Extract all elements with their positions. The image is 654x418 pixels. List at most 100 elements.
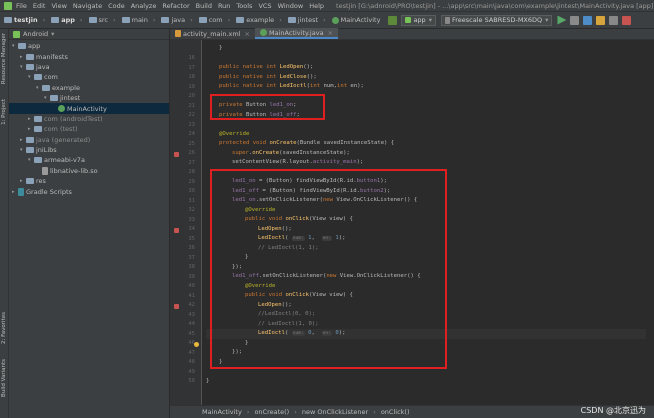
folder-icon xyxy=(42,84,50,91)
menu-navigate[interactable]: Navigate xyxy=(73,2,102,10)
breadcrumb-item[interactable]: app › xyxy=(51,16,83,24)
tab-main-activity[interactable]: MainActivity.java × xyxy=(254,28,339,39)
menu-build[interactable]: Build xyxy=(196,2,212,10)
line-number: 43 xyxy=(188,311,195,318)
menu-refactor[interactable]: Refactor xyxy=(162,2,189,10)
folder-icon xyxy=(26,53,34,60)
attach-debugger-icon[interactable] xyxy=(609,15,619,25)
tab-activity-main[interactable]: activity_main.xml × xyxy=(170,28,255,39)
run-config-select[interactable]: app ▾ xyxy=(401,14,436,26)
status-crumb[interactable]: MainActivity xyxy=(202,408,242,416)
menu-help[interactable]: Help xyxy=(309,2,324,10)
tree-item[interactable]: ▾ armeabi-v7a xyxy=(9,155,169,165)
resource-manager-tab[interactable]: Resource Manager xyxy=(1,33,7,84)
left-tool-strip: Resource Manager 1: Project 2: Favorites… xyxy=(0,29,9,418)
tree-item[interactable]: ▸ java (generated) xyxy=(9,135,169,145)
menu-analyze[interactable]: Analyze xyxy=(131,2,157,10)
tree-item[interactable]: ▸ manifests xyxy=(9,51,169,61)
line-number: 38 xyxy=(188,264,195,270)
project-tool-tab[interactable]: 1: Project xyxy=(1,99,7,125)
class-icon xyxy=(259,29,267,36)
line-number: 47 xyxy=(188,349,195,356)
code-line: public native int LedClose(); xyxy=(219,73,317,80)
android-icon xyxy=(405,17,412,23)
folder-icon xyxy=(287,17,296,23)
tree-item-label: jintest xyxy=(60,94,81,103)
project-view-selector[interactable]: Android ▾ xyxy=(9,29,169,40)
folder-icon xyxy=(121,17,130,23)
breadcrumb-item[interactable]: MainActivity xyxy=(331,16,380,24)
tree-item[interactable]: ▾ java xyxy=(9,62,169,72)
lightbulb-icon[interactable] xyxy=(194,342,199,347)
tree-item[interactable]: ▾ com xyxy=(9,72,169,82)
code-line: setContentView(R.layout.activity_main); xyxy=(232,159,364,165)
tree-item[interactable]: ▸ Gradle Scripts xyxy=(9,186,169,196)
tree-item[interactable]: libnative-lib.so xyxy=(9,166,169,176)
close-icon[interactable]: × xyxy=(328,29,333,37)
close-icon[interactable]: × xyxy=(245,30,250,38)
favorites-tab[interactable]: 2: Favorites xyxy=(1,312,7,344)
breadcrumb-item[interactable]: java › xyxy=(161,16,193,24)
tree-item-label: example xyxy=(52,83,80,92)
apply-changes-icon[interactable] xyxy=(570,15,580,25)
menu-run[interactable]: Run xyxy=(218,2,230,10)
line-number: 41 xyxy=(188,292,195,299)
build-variants-tab[interactable]: Build Variants xyxy=(1,359,7,397)
tree-item[interactable]: ▾ app xyxy=(9,41,169,51)
tree-item-label: jniLibs xyxy=(36,146,57,155)
tree-item[interactable]: ▾ example xyxy=(9,83,169,93)
tree-item-label: java (generated) xyxy=(36,135,91,144)
override-icon[interactable] xyxy=(174,228,179,233)
override-icon[interactable] xyxy=(174,304,179,309)
line-number: 17 xyxy=(188,64,195,71)
breadcrumb-item[interactable]: example › xyxy=(236,16,282,24)
device-select[interactable]: Freescale SABRESD-MX6DQ ▾ xyxy=(440,14,553,26)
code-line: protected void onCreate(Bundle savedInst… xyxy=(219,140,395,146)
status-crumb[interactable]: onClick() xyxy=(381,408,410,416)
hammer-icon[interactable] xyxy=(388,15,398,25)
breadcrumb-item[interactable]: jintest › xyxy=(287,16,326,24)
code-line: super.onCreate(savedInstanceState); xyxy=(232,149,350,156)
navigation-bar: testjin › app › src › main › java › com › exam… xyxy=(0,12,654,29)
tree-item-label: MainActivity xyxy=(67,104,107,113)
tree-item-label: res xyxy=(36,177,46,186)
folder-icon xyxy=(18,43,26,50)
menu-code[interactable]: Code xyxy=(108,2,125,10)
tree-item[interactable]: MainActivity xyxy=(9,103,169,114)
android-studio-icon xyxy=(4,1,12,10)
tree-item[interactable]: ▾ jniLibs xyxy=(9,145,169,155)
line-number: 22 xyxy=(188,112,195,118)
folder-icon xyxy=(4,17,12,23)
tree-item[interactable]: ▸ com (androidTest) xyxy=(9,114,169,124)
line-number: 50 xyxy=(188,378,195,384)
menu-vcs[interactable]: VCS xyxy=(258,2,271,10)
breadcrumb-item[interactable]: testjin › xyxy=(4,16,45,24)
menu-edit[interactable]: Edit xyxy=(33,2,46,10)
menu-tools[interactable]: Tools xyxy=(236,2,252,10)
breadcrumb-item[interactable]: src › xyxy=(88,16,116,24)
folder-icon xyxy=(34,115,42,122)
status-crumb[interactable]: onCreate() xyxy=(254,408,289,416)
project-panel: Android ▾ ▾ app ▸ manifests ▾ java ▾ com ▾ exampl… xyxy=(9,29,170,418)
code-line: public native int LedIoctl(int num,int e… xyxy=(219,83,364,89)
stop-icon[interactable] xyxy=(622,15,632,25)
folder-icon xyxy=(88,17,97,23)
line-number: 32 xyxy=(188,207,195,213)
menu-window[interactable]: Window xyxy=(278,2,304,10)
line-number: 23 xyxy=(188,121,195,128)
line-number: 35 xyxy=(188,235,195,242)
tree-item[interactable]: ▸ res xyxy=(9,176,169,186)
run-icon[interactable] xyxy=(557,15,567,25)
profile-icon[interactable] xyxy=(596,15,606,25)
status-crumb[interactable]: new OnClickListener xyxy=(302,408,368,416)
breadcrumb-item[interactable]: main › xyxy=(121,16,155,24)
debug-icon[interactable] xyxy=(583,15,593,25)
menu-view[interactable]: View xyxy=(51,2,66,10)
tree-item[interactable]: ▾ jintest xyxy=(9,93,169,103)
override-icon[interactable] xyxy=(174,152,179,157)
class-icon xyxy=(331,16,339,24)
tree-item[interactable]: ▸ com (test) xyxy=(9,124,169,134)
code-line: @Override xyxy=(219,130,250,137)
breadcrumb-item[interactable]: com › xyxy=(198,16,230,24)
menu-file[interactable]: File xyxy=(16,2,27,10)
